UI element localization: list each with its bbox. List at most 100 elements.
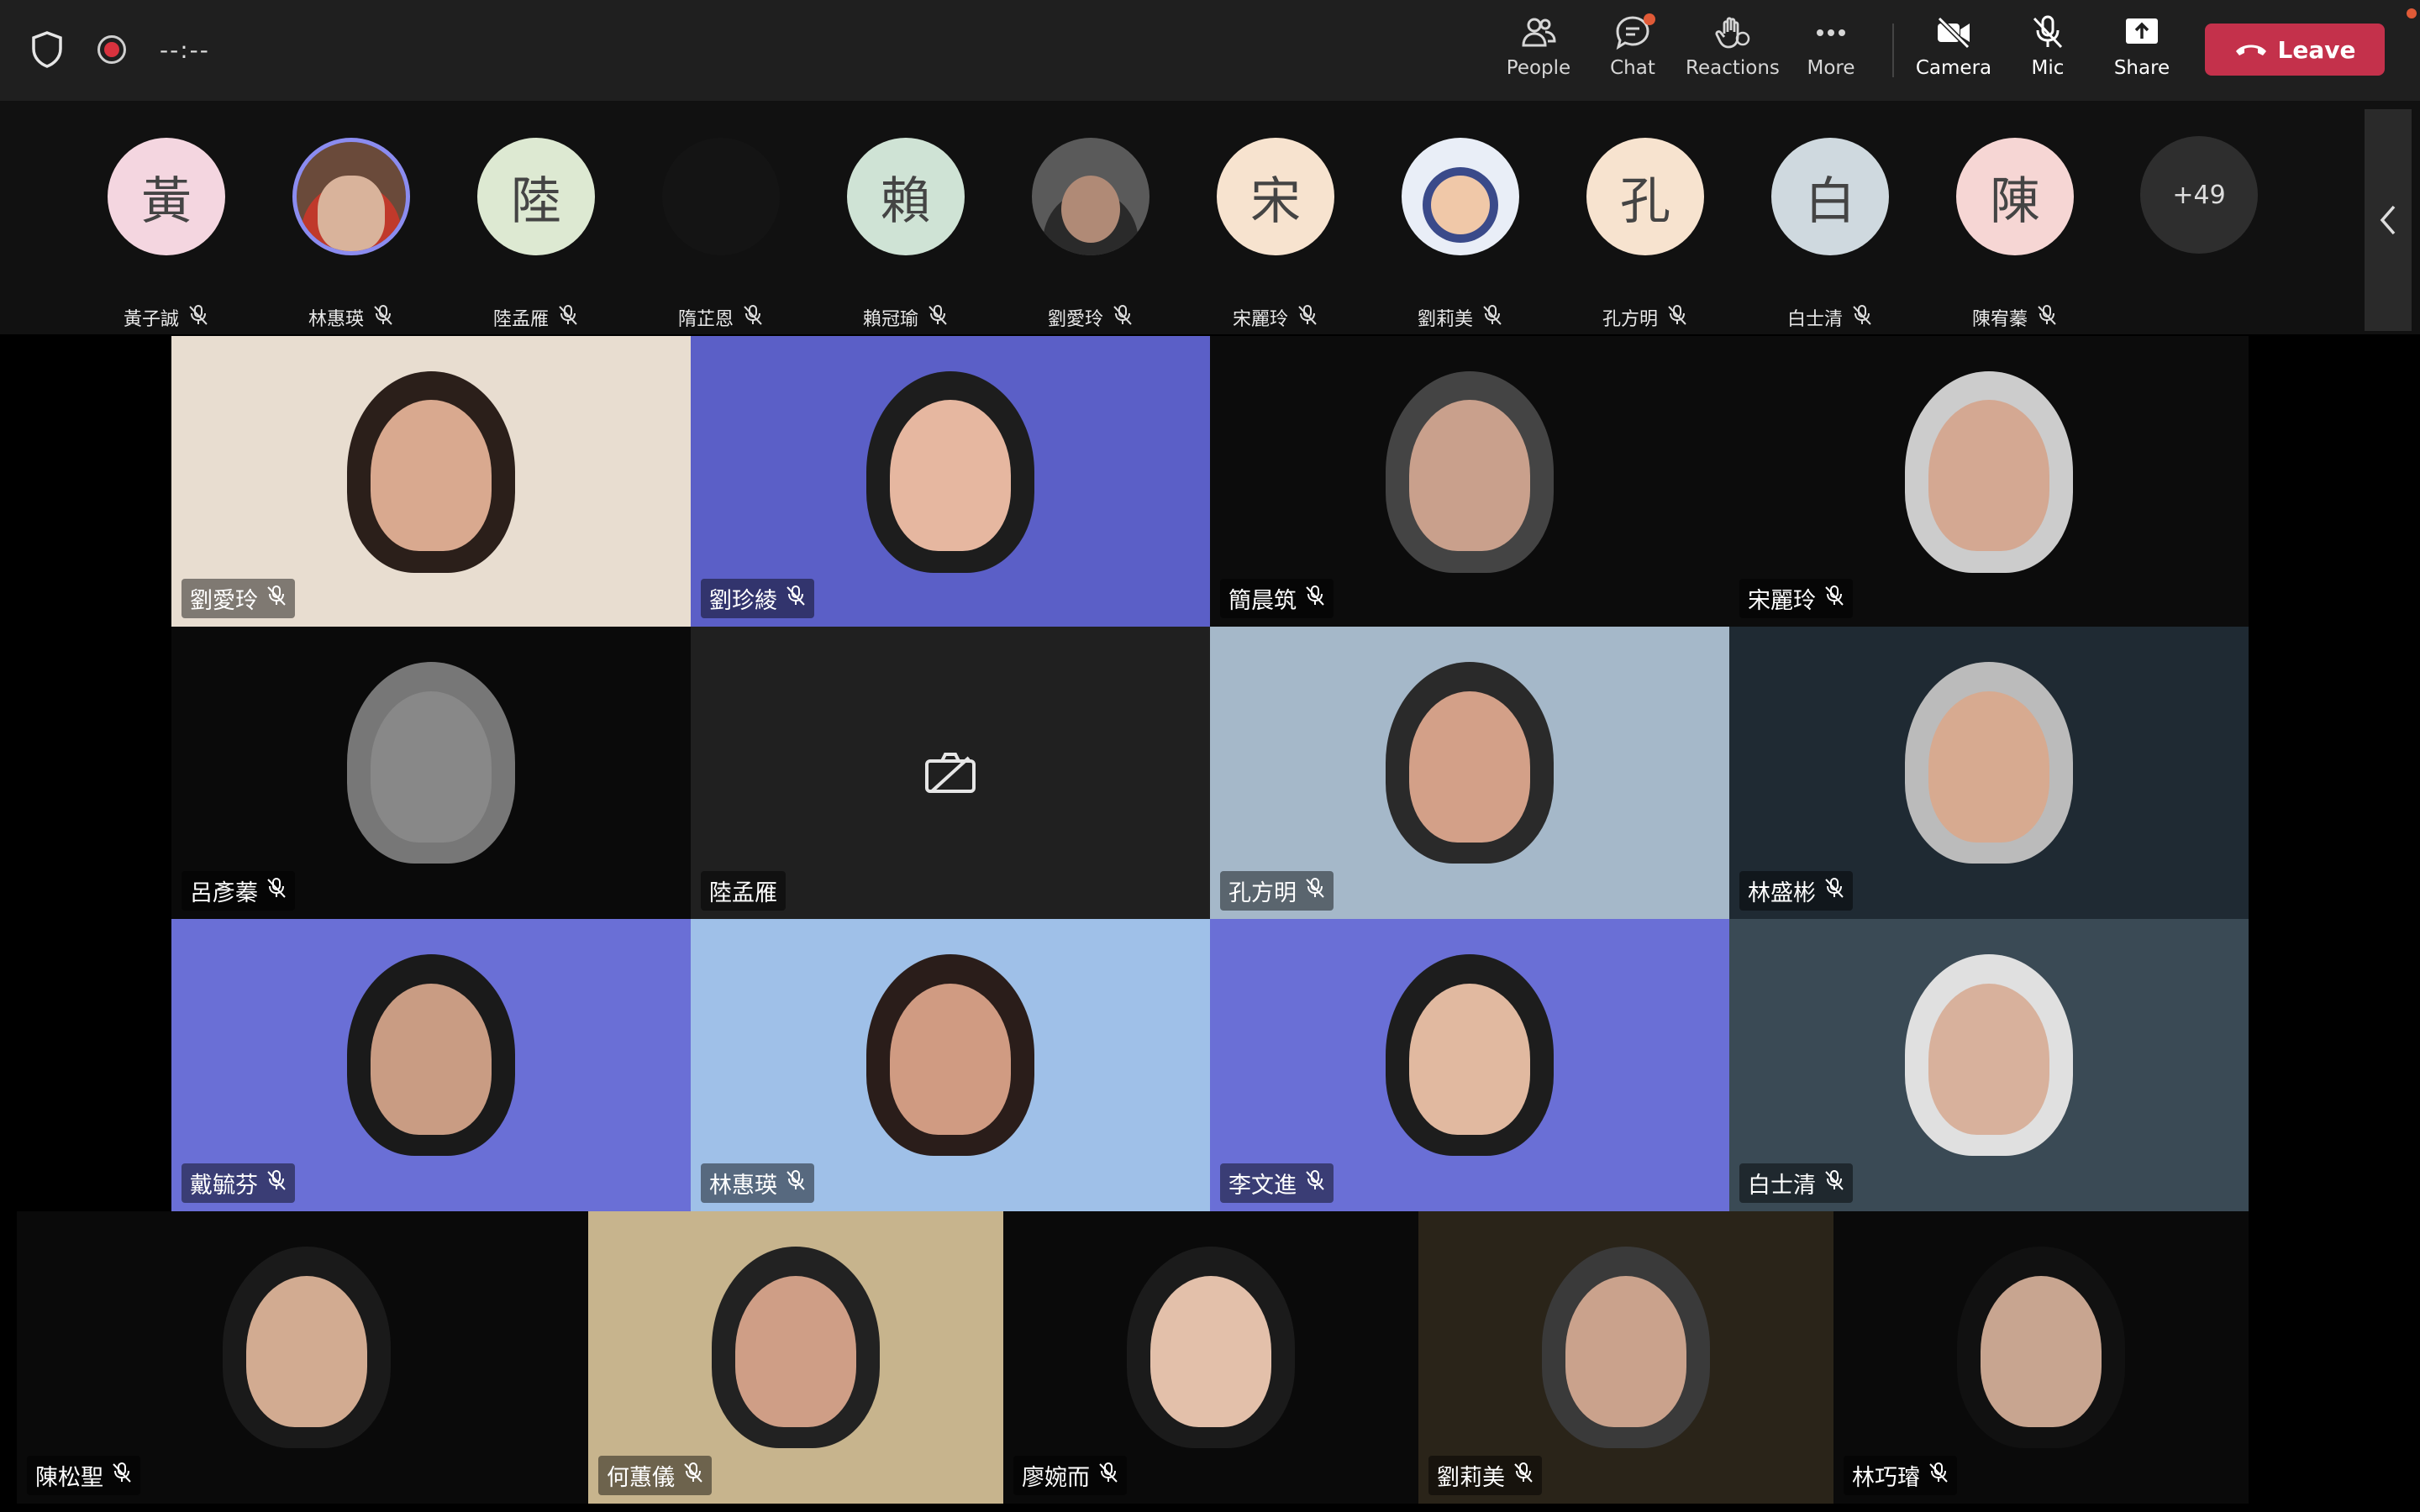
participant-avatar-item[interactable]: 宋宋麗玲 (1192, 138, 1360, 330)
participant-avatar-item[interactable]: 陳陳宥蓁 (1931, 138, 2099, 330)
toolbar-left: --:-- (30, 30, 210, 69)
participant-name: 李文進 (1228, 1173, 1297, 1199)
participant-name: 白士清 (1748, 1173, 1816, 1199)
video-tile[interactable]: 劉愛玲 (171, 336, 691, 627)
participant-avatar-item[interactable]: 劉莉美 (1376, 138, 1544, 330)
participant-name: 林惠瑛 (308, 309, 364, 330)
avatar: 孔 (1586, 138, 1704, 255)
tile-name-tag: 孔方明 (1220, 871, 1334, 911)
avatar-name: 宋麗玲 (1192, 304, 1360, 331)
chat-notification-dot (1644, 13, 1655, 25)
leave-button[interactable]: Leave (2205, 24, 2385, 76)
avatar (1032, 138, 1150, 255)
participant-face (371, 400, 492, 552)
mic-muted-icon (1288, 304, 1318, 331)
mic-off-icon (2033, 15, 2063, 49)
tile-name-tag: 呂彥蓁 (182, 871, 295, 911)
mic-muted-icon (1816, 585, 1844, 612)
participant-face (735, 1275, 856, 1427)
participant-name: 簡晨筑 (1228, 588, 1297, 614)
participant-name: 宋麗玲 (1748, 588, 1816, 614)
shield-icon[interactable] (30, 30, 64, 69)
reactions-button[interactable]: Reactions (1686, 13, 1780, 89)
collapse-strip-button[interactable] (2365, 109, 2412, 331)
video-tile[interactable]: 宋麗玲 (1729, 336, 2249, 627)
video-tile[interactable]: 林惠瑛 (691, 919, 1210, 1211)
avatar-name: 劉莉美 (1376, 304, 1544, 331)
participant-name: 孔方明 (1602, 309, 1658, 330)
chat-button[interactable]: Chat (1586, 13, 1679, 89)
mic-label: Mic (2031, 57, 2065, 79)
video-tile[interactable]: 何蕙儀 (588, 1211, 1003, 1504)
video-tile[interactable]: 白士清 (1729, 919, 2249, 1211)
video-tile[interactable]: 呂彥蓁 (171, 627, 691, 919)
participant-face (1928, 983, 2049, 1135)
people-button[interactable]: People (1492, 13, 1585, 89)
avatar-name: 劉愛玲 (1007, 304, 1175, 331)
participant-face (246, 1275, 367, 1427)
mic-muted-icon (918, 304, 949, 331)
video-tile[interactable]: 戴毓芬 (171, 919, 691, 1211)
participant-name: 陳宥蓁 (1971, 309, 2028, 330)
participant-avatar-item[interactable]: 隋芷恩 (637, 138, 805, 330)
tile-name-tag: 陳松聖 (27, 1456, 140, 1495)
video-tile[interactable]: 廖婉而 (1003, 1211, 1418, 1504)
more-participants-button[interactable]: +49 (2140, 136, 2258, 254)
video-tile[interactable]: 劉莉美 (1418, 1211, 1833, 1504)
share-button[interactable]: Share (2096, 13, 2188, 89)
participant-name: 林巧璿 (1852, 1465, 1920, 1491)
corner-notification-dot (2407, 8, 2417, 18)
participant-avatar-item[interactable]: 白白士清 (1746, 138, 1914, 330)
avatar: 陸 (477, 138, 595, 255)
hang-up-icon (2235, 45, 2266, 55)
participant-name: 陳松聖 (35, 1465, 103, 1491)
mic-muted-icon (1816, 1169, 1844, 1197)
mic-muted-icon (2028, 304, 2058, 331)
participant-avatar-item[interactable]: 劉愛玲 (1007, 138, 1175, 330)
tile-name-tag: 林盛彬 (1739, 871, 1853, 911)
mic-button[interactable]: Mic (2002, 13, 2094, 89)
avatar (1402, 138, 1519, 255)
meeting-toolbar: --:-- People Chat Reactions More Camera … (0, 0, 2420, 101)
video-tile[interactable]: 陳松聖 (17, 1211, 597, 1504)
participant-name: 隋芷恩 (677, 309, 734, 330)
participant-avatar-item[interactable]: 黃黃子誠 (82, 138, 250, 330)
video-tile[interactable]: 林盛彬 (1729, 627, 2249, 919)
participant-avatar-item[interactable]: 陸陸孟雁 (452, 138, 620, 330)
tile-name-tag: 廖婉而 (1013, 1456, 1127, 1495)
chat-label: Chat (1610, 57, 1655, 79)
more-button[interactable]: More (1785, 13, 1877, 89)
mic-muted-icon (1297, 1169, 1325, 1197)
participant-name: 林惠瑛 (709, 1173, 777, 1199)
video-tile[interactable]: 劉珍綾 (691, 336, 1210, 627)
participant-name: 孔方明 (1228, 880, 1297, 906)
people-label: People (1506, 57, 1571, 79)
camera-button[interactable]: Camera (1907, 13, 2000, 89)
participant-face (1409, 690, 1530, 843)
avatar (292, 138, 410, 255)
mic-muted-icon (777, 1169, 806, 1197)
participant-face (890, 983, 1011, 1135)
avatar-name: 隋芷恩 (637, 304, 805, 331)
mic-muted-icon (1297, 585, 1325, 612)
video-tile[interactable]: 簡晨筑 (1210, 336, 1729, 627)
participant-avatar-item[interactable]: 賴賴冠瑜 (822, 138, 990, 330)
meeting-timer: --:-- (160, 35, 210, 64)
people-icon (1522, 18, 1556, 47)
participant-strip: 黃黃子誠 林惠瑛陸陸孟雁 隋芷恩賴賴冠瑜 劉愛玲宋宋麗玲 劉莉美孔孔方明白白士清陳陳宥蓁… (0, 101, 2420, 334)
avatar-name: 白士清 (1746, 304, 1914, 331)
avatar: 白 (1771, 138, 1889, 255)
avatar-name: 賴冠瑜 (822, 304, 990, 331)
mic-muted-icon (549, 304, 579, 331)
tile-name-tag: 白士清 (1739, 1163, 1853, 1203)
participant-avatar-item[interactable]: 林惠瑛 (267, 138, 435, 330)
participant-name: 何蕙儀 (607, 1465, 675, 1491)
video-tile[interactable]: 林巧璿 (1833, 1211, 2249, 1504)
video-tile[interactable]: 孔方明 (1210, 627, 1729, 919)
participant-name: 黃子誠 (123, 309, 179, 330)
mic-muted-icon (103, 1462, 132, 1489)
video-tile[interactable]: 陸孟雁 (691, 627, 1210, 919)
avatar-name: 陳宥蓁 (1931, 304, 2099, 331)
video-tile[interactable]: 李文進 (1210, 919, 1729, 1211)
participant-avatar-item[interactable]: 孔孔方明 (1561, 138, 1729, 330)
